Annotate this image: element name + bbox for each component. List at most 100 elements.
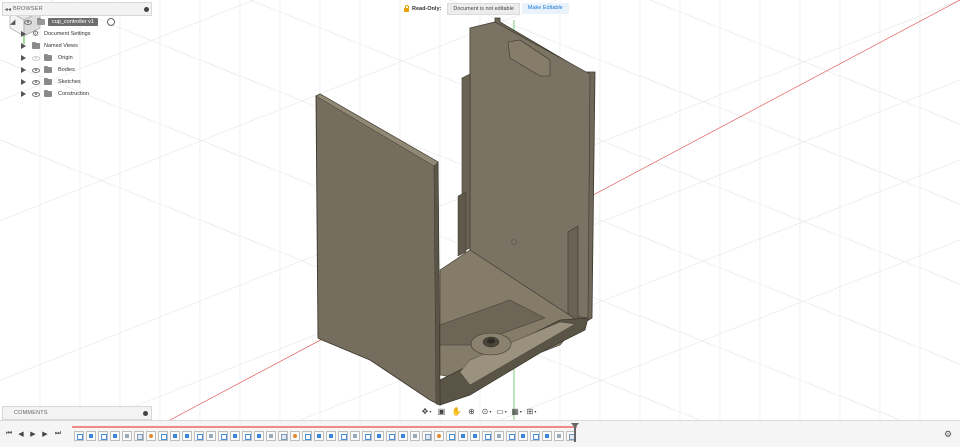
browser-title: BROWSER: [13, 6, 43, 12]
timeline-feature-icon[interactable]: [434, 431, 444, 441]
timeline-feature-icon[interactable]: [146, 431, 156, 441]
visibility-eye-icon[interactable]: [32, 91, 40, 97]
skip-to-start-icon[interactable]: ⏮: [4, 428, 14, 440]
timeline-feature-icon[interactable]: [542, 431, 552, 441]
timeline-feature-icon[interactable]: [398, 431, 408, 441]
expand-arrow-icon[interactable]: [21, 31, 26, 37]
navigation-toolbar: ✥ ▾ ▣ ✋ ⊕ ⊙ ▾ ▭ ▾ ▦ ▾ ⊞ ▾: [420, 405, 538, 418]
timeline-feature-icon[interactable]: [254, 431, 264, 441]
root-component-name[interactable]: cup_controller v1: [48, 18, 98, 26]
visibility-eye-icon[interactable]: [32, 79, 40, 85]
timeline-feature-icon[interactable]: [158, 431, 168, 441]
timeline-feature-icon[interactable]: [278, 431, 288, 441]
folder-icon: [44, 65, 52, 73]
browser-item[interactable]: Bodies: [2, 64, 152, 76]
zoom-window-icon[interactable]: ⊙ ▾: [480, 406, 493, 417]
expand-arrow-icon[interactable]: [21, 79, 26, 85]
timeline-feature-icon[interactable]: [290, 431, 300, 441]
orbit-icon[interactable]: ✥ ▾: [420, 406, 433, 417]
browser-panel: ◂◂ BROWSER ◢ cup_controller v1 ⚙ Document…: [2, 2, 152, 100]
step-forward-icon[interactable]: ▶: [40, 428, 50, 440]
timeline-feature-icon[interactable]: [530, 431, 540, 441]
timeline-feature-icon[interactable]: [518, 431, 528, 441]
timeline-track[interactable]: [72, 424, 577, 442]
collapse-arrow-icon[interactable]: ◂◂: [3, 6, 13, 13]
timeline-feature-icon[interactable]: [494, 431, 504, 441]
gear-icon: ⚙: [32, 29, 40, 38]
timeline-feature-icon[interactable]: [242, 431, 252, 441]
read-only-label: Read-Only:: [412, 5, 442, 12]
timeline-feature-icon[interactable]: [86, 431, 96, 441]
timeline-feature-icon[interactable]: [134, 431, 144, 441]
timeline-feature-icon[interactable]: [302, 431, 312, 441]
timeline-bar: ⏮ ◀ ▶ ▶ ⏭ ⚙: [0, 420, 960, 447]
browser-item-label: Named Views: [44, 43, 78, 49]
browser-item[interactable]: ⚙ Document Settings: [2, 28, 152, 40]
browser-item-label: Construction: [58, 91, 89, 97]
timeline-feature-icon[interactable]: [110, 431, 120, 441]
folder-icon: [44, 53, 52, 61]
timeline-feature-icon[interactable]: [386, 431, 396, 441]
pan-icon[interactable]: ✋: [450, 406, 463, 417]
component-icon: [37, 17, 45, 25]
timeline-feature-icon[interactable]: [458, 431, 468, 441]
root-expand-icon[interactable]: ◢: [10, 18, 15, 26]
expand-arrow-icon[interactable]: [21, 55, 26, 61]
timeline-feature-icon[interactable]: [266, 431, 276, 441]
timeline-feature-icon[interactable]: [554, 431, 564, 441]
skip-to-end-icon[interactable]: ⏭: [53, 428, 63, 440]
timeline-feature-icon[interactable]: [218, 431, 228, 441]
browser-root-row[interactable]: ◢ cup_controller v1: [2, 16, 152, 28]
browser-item-label: Document Settings: [44, 31, 91, 37]
visibility-eye-icon[interactable]: [32, 55, 40, 61]
timeline-feature-icon[interactable]: [506, 431, 516, 441]
comments-pin-icon[interactable]: [139, 410, 151, 416]
comments-title: COMMENTS: [14, 410, 48, 416]
timeline-feature-icon[interactable]: [350, 431, 360, 441]
expand-arrow-icon[interactable]: [21, 43, 26, 49]
timeline-feature-icon[interactable]: [194, 431, 204, 441]
look-at-icon[interactable]: ▣: [435, 406, 448, 417]
timeline-feature-icon[interactable]: [482, 431, 492, 441]
timeline-feature-icon[interactable]: [170, 431, 180, 441]
timeline-progress: [72, 426, 577, 428]
browser-item[interactable]: Named Views: [2, 40, 152, 52]
timeline-feature-icon[interactable]: [326, 431, 336, 441]
zoom-icon[interactable]: ⊕: [465, 406, 478, 417]
grid-settings-icon[interactable]: ▦ ▾: [510, 406, 523, 417]
timeline-marker[interactable]: [571, 423, 579, 442]
timeline-feature-icon[interactable]: [338, 431, 348, 441]
timeline-feature-icon[interactable]: [362, 431, 372, 441]
timeline-feature-icon[interactable]: [206, 431, 216, 441]
timeline-feature-icon[interactable]: [122, 431, 132, 441]
timeline-feature-icon[interactable]: [314, 431, 324, 441]
play-icon[interactable]: ▶: [28, 428, 38, 440]
activate-radio-icon[interactable]: [107, 18, 115, 26]
timeline-feature-icon[interactable]: [74, 431, 84, 441]
expand-arrow-icon[interactable]: [21, 91, 26, 97]
timeline-feature-icon[interactable]: [182, 431, 192, 441]
model-body[interactable]: [315, 17, 596, 406]
browser-item[interactable]: Origin: [2, 52, 152, 64]
browser-item[interactable]: Sketches: [2, 76, 152, 88]
read-only-message: Document is not editable: [447, 2, 520, 15]
viewports-icon[interactable]: ⊞ ▾: [525, 406, 538, 417]
timeline-feature-icon[interactable]: [98, 431, 108, 441]
timeline-feature-icon[interactable]: [410, 431, 420, 441]
timeline-feature-icon[interactable]: [422, 431, 432, 441]
visibility-eye-icon[interactable]: [24, 19, 32, 25]
timeline-feature-icon[interactable]: [230, 431, 240, 441]
display-settings-icon[interactable]: ▭ ▾: [495, 406, 508, 417]
browser-item[interactable]: Construction: [2, 88, 152, 100]
browser-header: ◂◂ BROWSER: [2, 2, 152, 16]
gear-icon[interactable]: ⚙: [944, 429, 952, 440]
pin-icon[interactable]: [141, 6, 151, 12]
comments-panel[interactable]: COMMENTS: [2, 406, 152, 420]
step-back-icon[interactable]: ◀: [16, 428, 26, 440]
expand-arrow-icon[interactable]: [21, 67, 26, 73]
make-editable-button[interactable]: Make Editable: [521, 3, 569, 14]
visibility-eye-icon[interactable]: [32, 67, 40, 73]
timeline-feature-icon[interactable]: [446, 431, 456, 441]
timeline-feature-icon[interactable]: [374, 431, 384, 441]
timeline-feature-icon[interactable]: [470, 431, 480, 441]
